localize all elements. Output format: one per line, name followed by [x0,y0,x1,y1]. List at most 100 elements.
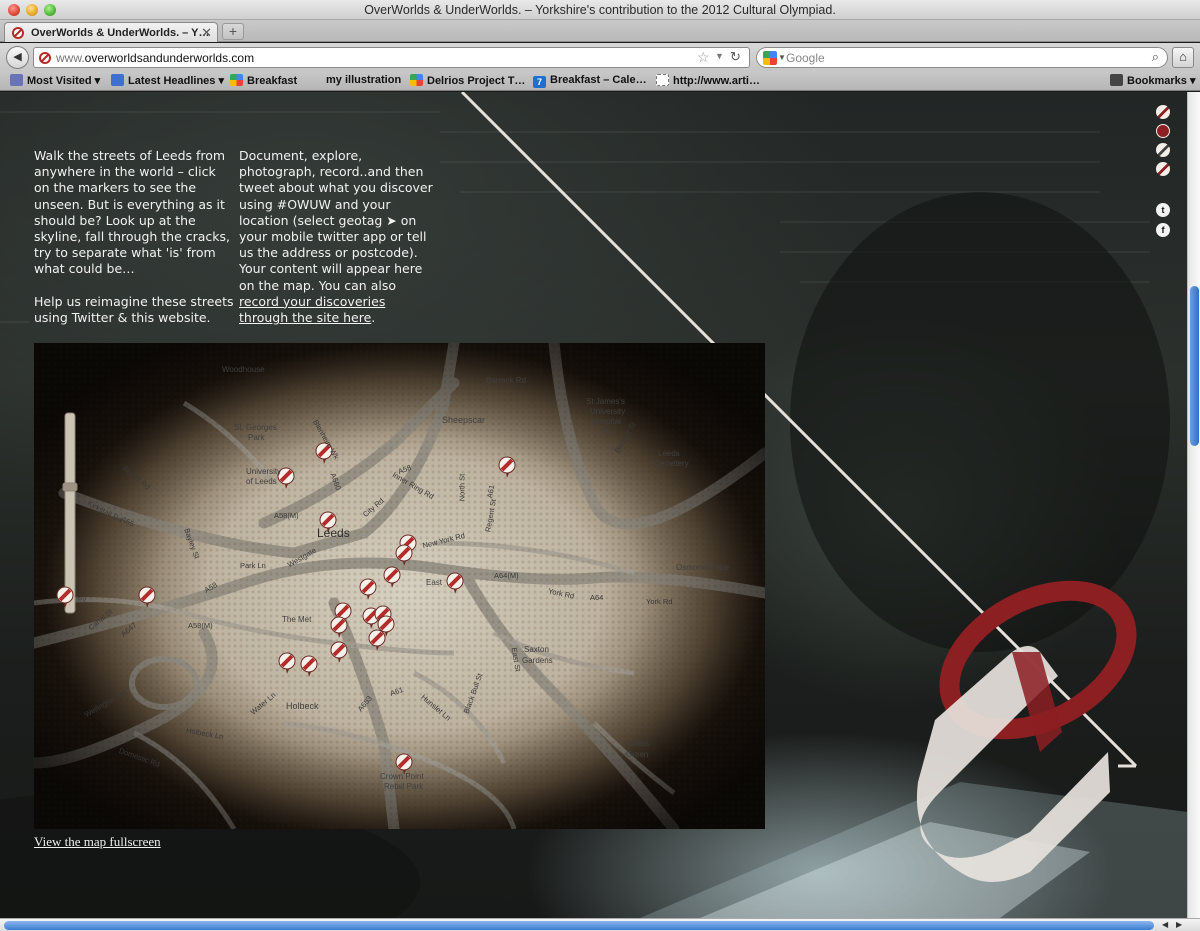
facebook-icon[interactable]: f [1156,223,1170,237]
search-icon[interactable]: ⌕ [1152,49,1159,65]
new-tab-button[interactable]: + [222,23,244,40]
scroll-left-icon[interactable]: ◀ [1162,920,1168,929]
map-label: Leeds [658,449,680,458]
map-label: Hospital [592,417,621,426]
map-marker[interactable] [382,565,402,590]
map-label: Woodhouse [222,365,265,374]
page-content: Walk the streets of Leeds from anywhere … [0,92,1187,918]
chevron-down-icon: ▾ [1189,75,1196,87]
map-label-leeds: Leeds [317,526,350,540]
bookmark-label: Latest Headlines [128,75,216,87]
nav-dot-icon[interactable] [1156,143,1170,157]
road-label: North St [457,473,467,502]
map-label: Barrack Rd [486,376,527,385]
url-history-dropdown-icon[interactable]: ▼ [715,51,724,61]
map-label: East [426,578,443,587]
reload-icon[interactable]: ↻ [730,49,741,65]
nav-dot-icon[interactable] [1156,162,1170,176]
map-label: Osmondthorpe [676,563,729,572]
intro-paragraph: Document, explore, photograph, record..a… [239,148,433,326]
tab-overworlds[interactable]: OverWorlds & UnderWorlds. – Y… ✕ [4,22,218,42]
navigation-toolbar: ◀ www.overworldsandunderworlds.com ☆ ▼ ↻… [0,43,1200,71]
horizontal-scroll-thumb[interactable] [4,921,1154,930]
bookmark-label: my illustration [326,74,402,86]
twitter-icon[interactable]: t [1156,203,1170,217]
window-titlebar: OverWorlds & UnderWorlds. – Yorkshire's … [0,0,1200,20]
tab-label: OverWorlds & UnderWorlds. – Y… [31,27,210,39]
bookmark-most-visited[interactable]: Most Visited ▾ [10,74,100,87]
map-label: Saxton [524,645,549,654]
map-label: Gardens [522,656,553,665]
map-label: The Met [282,615,312,624]
bookmark-star-icon[interactable]: ☆ [697,49,710,66]
map-marker[interactable] [497,455,517,480]
intro-left-column: Walk the streets of Leeds from anywhere … [34,148,234,326]
map-label: St James's [586,397,625,406]
intro-right-column: Document, explore, photograph, record..a… [239,148,433,326]
bookmark-label: Breakfast – Cale… [550,74,647,86]
calendar-7-icon: 7 [533,76,546,88]
site-favicon-icon [39,52,51,64]
rss-icon [111,74,124,86]
map-marker[interactable] [55,585,75,610]
nav-dot-icon[interactable] [1156,124,1170,138]
map-marker[interactable] [329,615,349,640]
map-marker[interactable] [367,628,387,653]
window-title: OverWorlds & UnderWorlds. – Yorkshire's … [364,3,836,17]
map-marker[interactable] [358,577,378,602]
map-marker[interactable] [299,654,319,679]
map-label: Sheepscar [442,415,486,425]
view-map-fullscreen-link[interactable]: View the map fullscreen [34,834,161,850]
vertical-scroll-thumb[interactable] [1190,286,1199,446]
tab-bar: OverWorlds & UnderWorlds. – Y… ✕ + [0,20,1200,42]
bookmark-http-arti[interactable]: http://www.arti… [656,74,760,87]
url-text: www.overworldsandunderworlds.com [56,51,254,65]
google-icon [230,74,243,86]
nav-dot-icon[interactable] [1156,105,1170,119]
search-engine-dropdown-icon[interactable]: ▼ [778,53,786,62]
map-marker[interactable] [137,585,157,610]
blank-page-icon [656,74,669,86]
url-prefix: www. [56,51,85,65]
home-button[interactable]: ⌂ [1172,47,1194,68]
map-label: Retail Park [384,782,424,791]
road-label: A64 [590,593,604,602]
map-marker[interactable] [329,640,349,665]
bookmarks-menu[interactable]: Bookmarks ▾ [1110,74,1196,87]
intro-text: . [371,310,376,326]
map-marker[interactable] [277,651,297,676]
scroll-right-icon[interactable]: ▶ [1176,920,1182,929]
bookmark-label: Delrios Project T… [427,75,526,87]
map-label: St. Georges [234,423,277,432]
bookmark-delrios[interactable]: Delrios Project T… [410,74,525,87]
bookmark-latest-headlines[interactable]: Latest Headlines ▾ [111,74,224,87]
bookmark-my-illustration[interactable]: my illustration [326,74,401,86]
chevron-down-icon: ▾ [94,75,101,87]
map-label: Green [626,750,649,759]
road-label: York Rd [646,597,673,606]
bookmark-breakfast[interactable]: Breakfast [230,74,297,87]
map-marker[interactable] [394,543,414,568]
road-label: A58(M) [274,511,299,520]
bookmark-label: Bookmarks [1127,75,1187,87]
map-label: Cemetery [654,459,689,468]
horizontal-scrollbar[interactable]: ◀ ▶ [0,918,1200,931]
bookmark-label: http://www.arti… [673,75,760,87]
map-label: ley [76,595,87,604]
vertical-scrollbar[interactable] [1187,92,1200,918]
map-label: H [603,427,609,436]
leeds-map[interactable]: Woodhouse Barrack Rd Sheepscar St. Georg… [34,343,765,829]
bookmark-breakfast-calendar[interactable]: 7 Breakfast – Cale… [533,74,647,88]
search-bar[interactable]: ▼ Google ⌕ [756,47,1168,68]
map-label: University [246,467,282,476]
tab-close-icon[interactable]: ✕ [201,25,212,41]
map-label: Crown Point [380,772,424,781]
record-discoveries-link[interactable]: record your discoveries through the site… [239,294,385,325]
map-label: Park [248,433,265,442]
url-bar[interactable]: www.overworldsandunderworlds.com ☆ ▼ ↻ [33,47,750,68]
road-label: A58(M) [188,621,213,630]
back-button[interactable]: ◀ [6,46,29,69]
google-engine-icon[interactable] [763,51,777,65]
map-label: of Leeds [246,477,277,486]
map-marker[interactable] [445,571,465,596]
